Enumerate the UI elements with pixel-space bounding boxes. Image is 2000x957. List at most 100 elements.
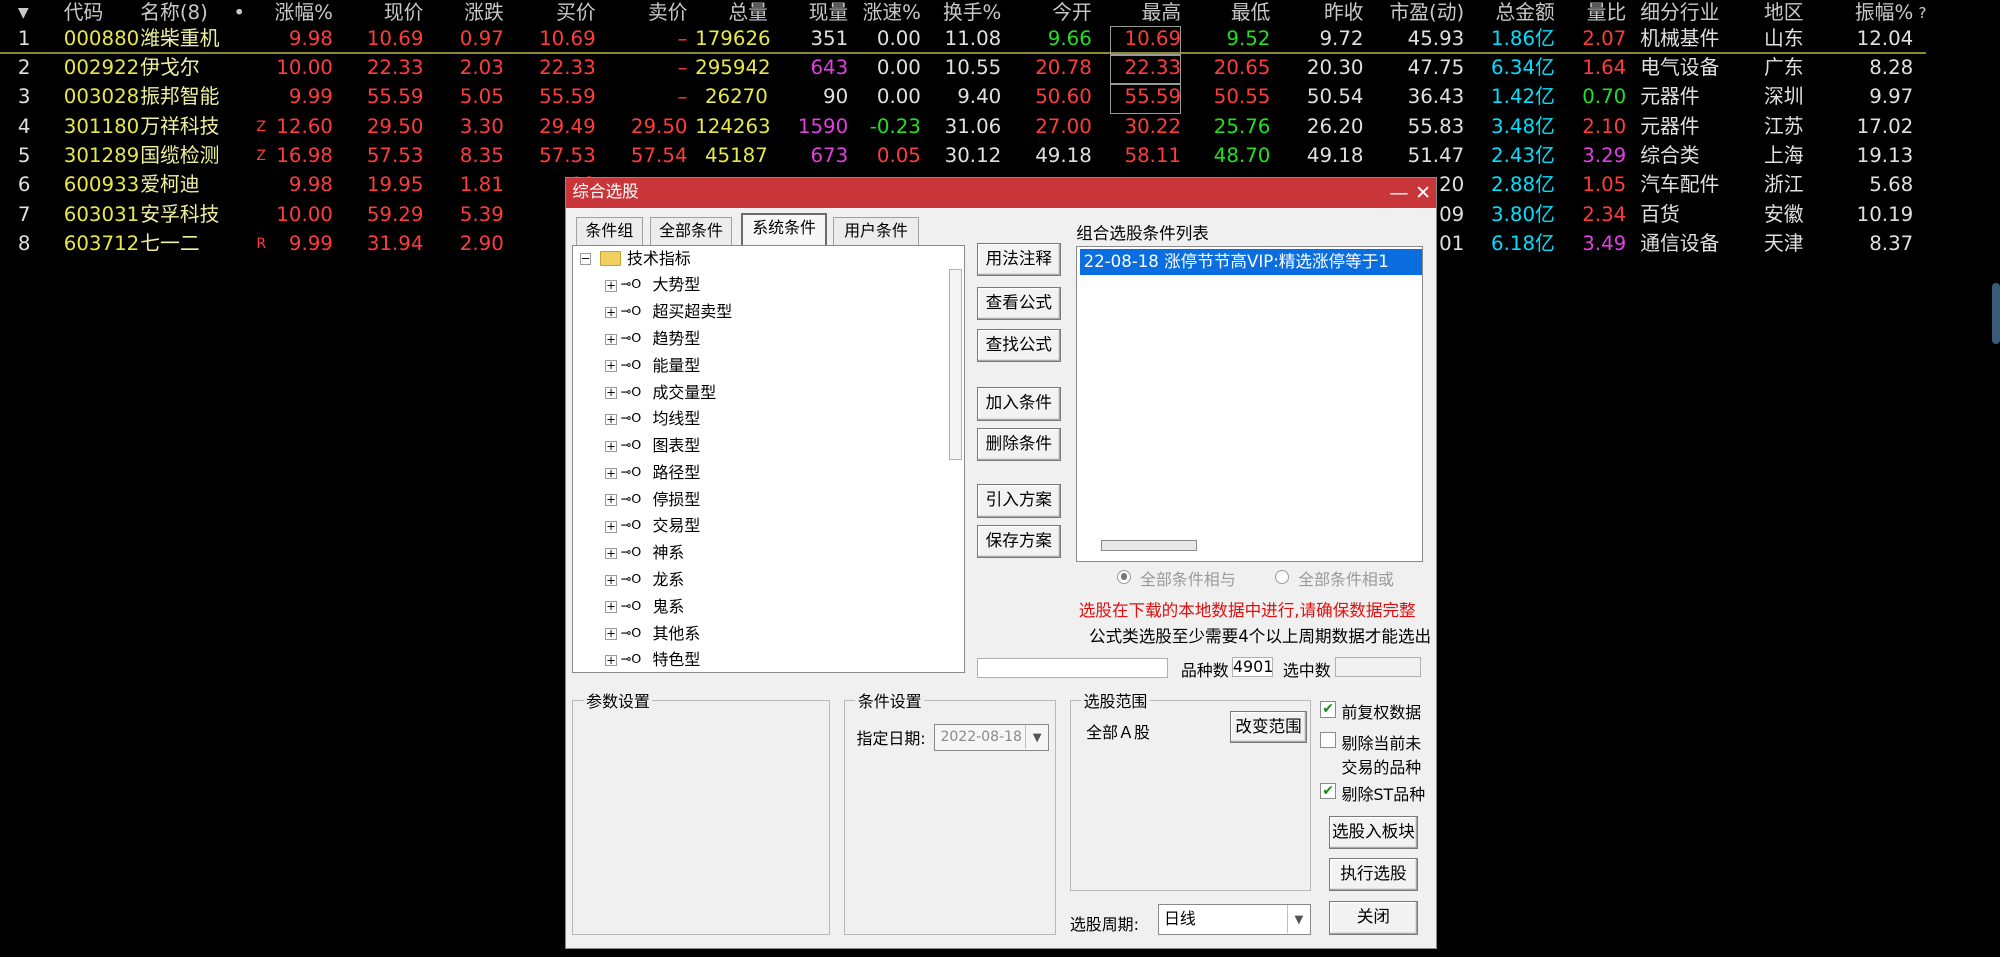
expand-icon[interactable]: + xyxy=(605,279,617,292)
tree-item[interactable]: 趋势型 xyxy=(652,326,700,353)
stock-code: 301289 xyxy=(63,143,140,167)
tree-root-label[interactable]: 技术指标 xyxy=(627,246,691,273)
range-label: 选股范围 xyxy=(1081,689,1150,713)
expand-icon[interactable]: + xyxy=(605,467,617,479)
table-row[interactable]: 3 003028 振邦智能 9.99 55.59 5.05 55.59 –26270 90 0.0… xyxy=(0,84,2000,114)
tree-item[interactable]: 神系 xyxy=(652,540,684,567)
minimize-icon[interactable]: — xyxy=(1387,180,1410,206)
row-index: 5 xyxy=(17,143,31,167)
stock-code: 003028 xyxy=(63,85,140,109)
tree-item[interactable]: 龙系 xyxy=(652,567,684,594)
industry: 机械基件 xyxy=(1640,26,1720,50)
save-plan-button[interactable]: 保存方案 xyxy=(976,525,1061,559)
volume: 124263 xyxy=(695,114,771,138)
checkbox-forward-adjust[interactable]: ✔ xyxy=(1319,701,1337,718)
expand-icon[interactable]: + xyxy=(605,333,617,346)
expand-icon[interactable]: + xyxy=(605,306,617,319)
checkbox-exclude-st[interactable]: ✔ xyxy=(1319,782,1337,800)
amplitude: 5.68 xyxy=(1869,173,1914,197)
expand-icon[interactable]: + xyxy=(605,413,617,426)
range-value: 全部Ａ股 xyxy=(1086,723,1150,743)
tree-item[interactable]: 图表型 xyxy=(652,433,700,460)
table-row[interactable]: 4 301180 万祥科技 12.60 29.50 3.30 29.49 29.50 12426… xyxy=(0,114,2000,143)
usage-note-button[interactable]: 用法注释 xyxy=(976,243,1061,277)
ask-price: 57.54 xyxy=(630,143,688,167)
collapse-icon[interactable]: − xyxy=(579,253,592,265)
execute-screening-button[interactable]: 执行选股 xyxy=(1328,858,1419,892)
vol-ratio: 2.34 xyxy=(1582,202,1627,226)
stock-name: 伊戈尔 xyxy=(140,55,200,79)
expand-icon[interactable]: + xyxy=(605,494,617,506)
radio-and[interactable] xyxy=(1117,569,1132,584)
chg-pct: 10.00 xyxy=(276,55,333,79)
tree-item[interactable]: 能量型 xyxy=(652,353,700,380)
pe-ratio: 45.93 xyxy=(1407,26,1465,50)
side-handle[interactable] xyxy=(1992,283,2000,345)
open-price: 50.60 xyxy=(1035,85,1092,109)
tree-item[interactable]: 鬼系 xyxy=(652,594,684,621)
view-formula-button[interactable]: 查看公式 xyxy=(976,286,1061,320)
close-icon[interactable]: ✕ xyxy=(1412,180,1435,206)
current-volume: 643 xyxy=(810,55,849,79)
tree-item[interactable]: 其他系 xyxy=(652,621,700,648)
chevron-down-icon[interactable]: ▼ xyxy=(1286,905,1310,934)
table-row[interactable]: 2 002922 伊戈尔 10.00 22.33 2.03 22.33 –295942 643 0… xyxy=(0,55,2000,84)
expand-icon[interactable]: + xyxy=(605,547,617,560)
condition-list-item[interactable]: 22-08-18 涨停节节高VIP:精选涨停等于1 xyxy=(1079,249,1422,275)
close-button[interactable]: 关闭 xyxy=(1328,901,1419,935)
expand-icon[interactable]: + xyxy=(605,440,617,453)
tree-scrollbar[interactable] xyxy=(948,268,962,460)
formula-node-icon: ⊸O xyxy=(620,384,642,400)
expand-icon[interactable]: + xyxy=(605,628,617,640)
tab-system-conditions[interactable]: 系统条件 xyxy=(740,212,828,245)
date-picker[interactable]: 2022-08-18 ▼ xyxy=(934,723,1050,751)
chg-pct: 9.99 xyxy=(288,85,333,109)
import-plan-button[interactable]: 引入方案 xyxy=(976,484,1061,518)
period-requirement-note: 公式类选股至少需要4个以上周期数据才能选出 xyxy=(1088,627,1432,647)
add-to-block-button[interactable]: 选股入板块 xyxy=(1328,816,1419,850)
tree-item[interactable]: 均线型 xyxy=(652,406,700,433)
expand-icon[interactable]: + xyxy=(605,654,617,667)
table-row[interactable]: 1 000880 潍柴重机 9.98 10.69 0.97 10.69 –179626 351 0… xyxy=(0,25,2000,55)
expand-icon[interactable]: + xyxy=(605,386,617,399)
tab-all-conditions[interactable]: 全部条件 xyxy=(650,216,732,245)
delete-condition-button[interactable]: 删除条件 xyxy=(976,428,1061,462)
expand-icon[interactable]: + xyxy=(605,520,617,533)
stock-name: 爱柯迪 xyxy=(140,173,200,197)
find-formula-button[interactable]: 查找公式 xyxy=(976,328,1061,362)
expand-icon[interactable]: + xyxy=(605,574,617,587)
tree-item[interactable]: 特色型 xyxy=(652,647,700,672)
add-condition-button[interactable]: 加入条件 xyxy=(976,387,1061,421)
turnover: 10.55 xyxy=(944,55,1002,79)
expand-icon[interactable]: + xyxy=(605,601,617,613)
price: 22.33 xyxy=(366,55,424,79)
change-range-button[interactable]: 改变范围 xyxy=(1230,711,1307,744)
tree-item[interactable]: 路径型 xyxy=(652,460,700,487)
period-select[interactable]: 日线 ▼ xyxy=(1157,904,1311,935)
region: 山东 xyxy=(1764,26,1804,50)
radio-or[interactable] xyxy=(1275,569,1290,584)
expand-icon[interactable]: + xyxy=(605,360,617,372)
param-label: 参数设置 xyxy=(583,689,653,713)
amount: 2.88亿 xyxy=(1491,173,1555,197)
dialog-titlebar[interactable]: 综合选股 — ✕ xyxy=(566,178,1436,208)
chevron-down-icon[interactable]: ▼ xyxy=(1025,724,1048,750)
pe-ratio: 55.83 xyxy=(1407,114,1465,138)
tree-item[interactable]: 超买超卖型 xyxy=(652,299,732,326)
table-row[interactable]: 5 301289 国缆检测 16.98 57.53 8.35 57.53 57.54 45187… xyxy=(0,143,2000,172)
tab-condition-group[interactable]: 条件组 xyxy=(576,216,643,245)
tree-item[interactable]: 停损型 xyxy=(652,487,700,514)
period-value: 日线 xyxy=(1163,909,1196,929)
condition-list[interactable]: 22-08-18 涨停节节高VIP:精选涨停等于1 xyxy=(1076,245,1424,563)
condition-list-label: 组合选股条件列表 xyxy=(1076,224,1209,244)
chg: 2.03 xyxy=(459,55,504,79)
checkbox-exclude-untraded[interactable] xyxy=(1319,731,1337,749)
turnover: 9.40 xyxy=(957,85,1002,109)
tree-item[interactable]: 成交量型 xyxy=(652,380,716,407)
condition-list-hscroll[interactable] xyxy=(1101,539,1198,551)
tree-item[interactable]: 交易型 xyxy=(652,513,700,540)
formula-tree[interactable]: − 技术指标 + ⊸O 大势型 + ⊸O 超买超卖型 + ⊸O 趋势型 + ⊸O 能量型 + ⊸O 成交量型… xyxy=(572,244,966,674)
tab-user-conditions[interactable]: 用户条件 xyxy=(832,216,920,245)
tree-item[interactable]: 大势型 xyxy=(652,272,700,299)
region: 广东 xyxy=(1764,55,1804,79)
